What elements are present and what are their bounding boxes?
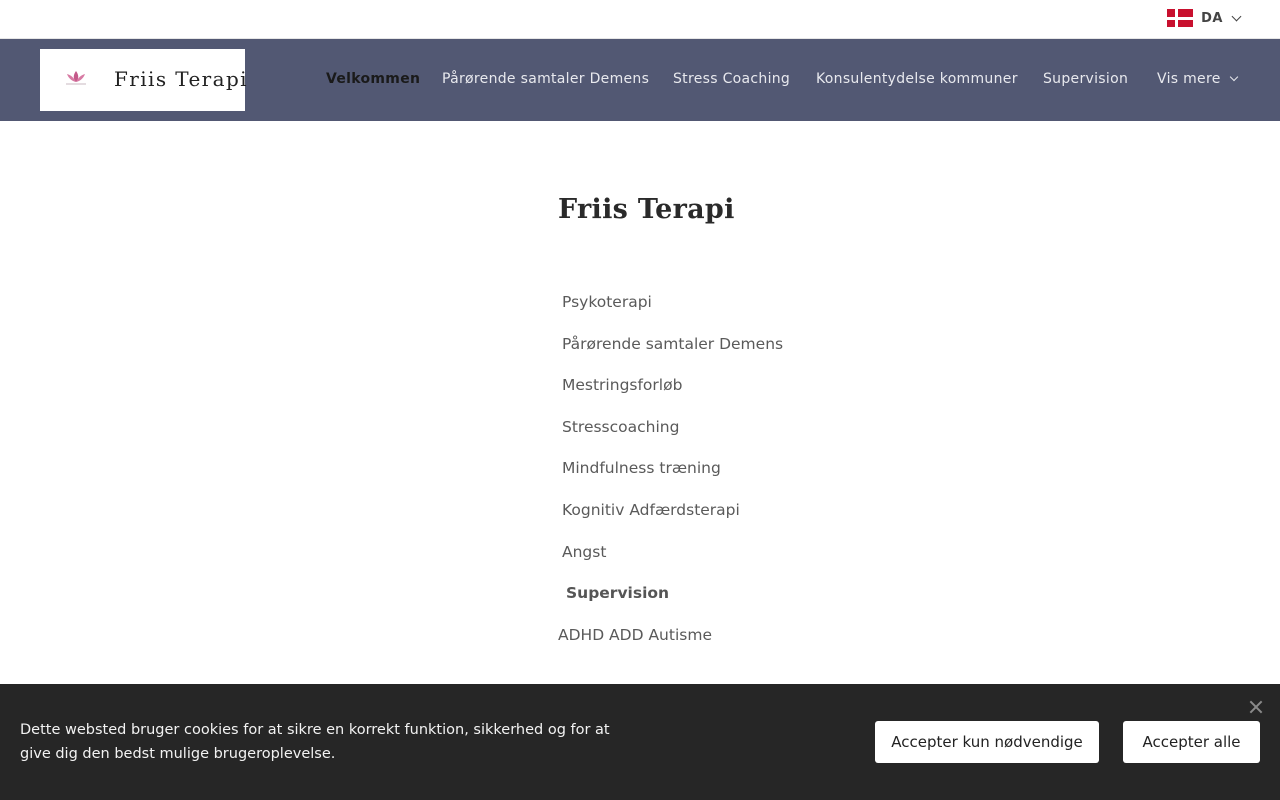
chevron-down-icon xyxy=(1229,72,1238,82)
nav-item-supervision[interactable]: Supervision xyxy=(1043,71,1128,87)
cookie-banner: Dette websted bruger cookies for at sikr… xyxy=(0,684,1280,800)
language-code: DA xyxy=(1201,10,1223,26)
site-logo[interactable]: Friis Terapi xyxy=(40,49,248,111)
brand-name: Friis Terapi xyxy=(114,67,248,91)
nav-item-stress-coaching[interactable]: Stress Coaching xyxy=(673,71,790,87)
main-navbar: Friis Terapi Velkommen Pårørende samtale… xyxy=(0,39,1280,121)
service-link-mestringsforlob[interactable]: Mestringsforløb xyxy=(562,376,682,394)
accept-necessary-button[interactable]: Accepter kun nødvendige xyxy=(875,721,1099,763)
close-icon[interactable] xyxy=(1249,700,1263,714)
service-link-supervision[interactable]: Supervision xyxy=(566,584,669,602)
denmark-flag-icon xyxy=(1167,9,1194,27)
cookie-message: Dette websted bruger cookies for at sikr… xyxy=(20,722,610,762)
nav-more-menu[interactable]: Vis mere xyxy=(1157,71,1238,87)
nav-item-velkommen[interactable]: Velkommen xyxy=(326,71,420,87)
nav-more-label: Vis mere xyxy=(1157,71,1221,87)
language-selector[interactable]: DA xyxy=(1167,9,1242,27)
chevron-down-icon xyxy=(1231,11,1242,21)
nav-item-paarorende-samtaler[interactable]: Pårørende samtaler Demens xyxy=(442,71,649,87)
service-link-adhd[interactable]: ADHD ADD Autisme xyxy=(558,626,712,644)
page-title: Friis Terapi xyxy=(558,194,735,225)
lotus-icon xyxy=(66,71,86,85)
top-utility-bar: DA xyxy=(0,0,1280,39)
service-link-kognitiv[interactable]: Kognitiv Adfærdsterapi xyxy=(562,501,740,519)
service-link-angst[interactable]: Angst xyxy=(562,543,606,561)
service-link-psykoterapi[interactable]: Psykoterapi xyxy=(562,293,652,311)
service-link-stresscoaching[interactable]: Stresscoaching xyxy=(562,418,679,436)
service-link-paarorende[interactable]: Pårørende samtaler Demens xyxy=(562,335,783,353)
accept-all-button[interactable]: Accepter alle xyxy=(1123,721,1260,763)
service-link-mindfulness[interactable]: Mindfulness træning xyxy=(562,459,721,477)
nav-item-konsulentydelse[interactable]: Konsulentydelse kommuner xyxy=(816,71,1018,87)
